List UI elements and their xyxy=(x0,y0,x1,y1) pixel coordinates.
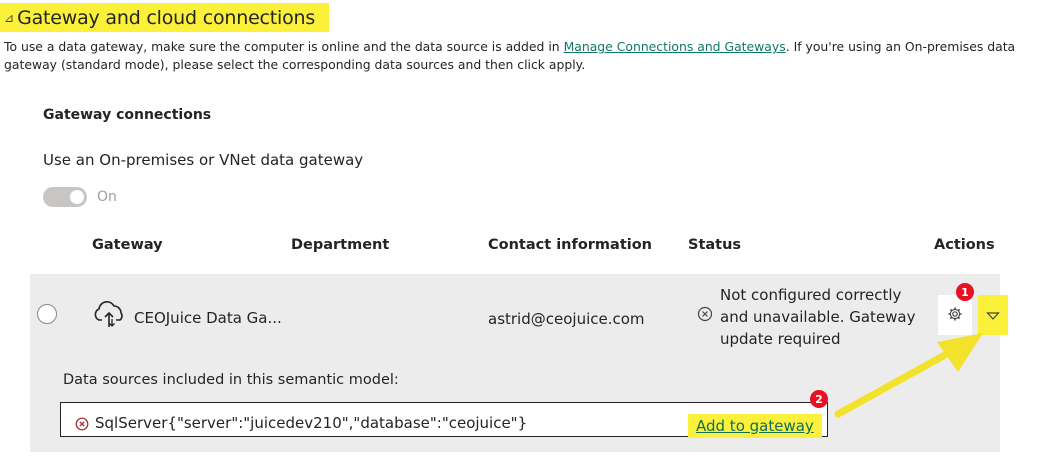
collapse-triangle-icon[interactable]: ⊿ xyxy=(4,12,14,24)
gateway-status: Not configured correctly and unavailable… xyxy=(720,286,916,348)
column-header-contact: Contact information xyxy=(488,237,653,253)
datasource-label: Data sources included in this semantic m… xyxy=(63,372,399,388)
column-header-department: Department xyxy=(291,237,390,253)
description-text-1: To use a data gateway, make sure the com… xyxy=(4,39,564,54)
use-gateway-label: Use an On-premises or VNet data gateway xyxy=(43,151,364,169)
add-to-gateway-link[interactable]: Add to gateway xyxy=(688,414,822,438)
section-description: To use a data gateway, make sure the com… xyxy=(4,38,1024,74)
cloud-upload-icon xyxy=(94,301,123,327)
add-to-gateway-label[interactable]: Add to gateway xyxy=(696,417,814,435)
annotation-badge-2: 2 xyxy=(810,390,828,408)
gateway-connections-title: Gateway connections xyxy=(43,107,212,123)
toggle-knob xyxy=(70,190,84,204)
chevron-down-icon[interactable] xyxy=(986,311,1000,321)
gateway-contact: astrid@ceojuice.com xyxy=(488,310,645,328)
annotation-badge-1: 1 xyxy=(956,283,974,301)
column-header-actions: Actions xyxy=(934,237,995,253)
column-header-gateway: Gateway xyxy=(92,237,163,253)
error-circle-icon xyxy=(697,306,713,322)
error-circle-icon xyxy=(75,417,89,431)
column-header-status: Status xyxy=(688,237,742,253)
datasource-name: SqlServer{"server":"juicedev210","databa… xyxy=(95,414,528,432)
section-header[interactable]: ⊿ Gateway and cloud connections xyxy=(0,3,330,32)
gateway-name: CEOJuice Data Ga... xyxy=(134,309,282,327)
section-header-highlight[interactable]: ⊿ Gateway and cloud connections xyxy=(0,3,330,32)
gateway-select-radio[interactable] xyxy=(37,304,57,324)
gear-icon[interactable] xyxy=(947,306,963,322)
use-gateway-toggle[interactable] xyxy=(43,187,87,207)
toggle-state-label: On xyxy=(97,189,117,205)
section-title: Gateway and cloud connections xyxy=(17,6,316,29)
manage-connections-link[interactable]: Manage Connections and Gateways xyxy=(564,39,786,54)
